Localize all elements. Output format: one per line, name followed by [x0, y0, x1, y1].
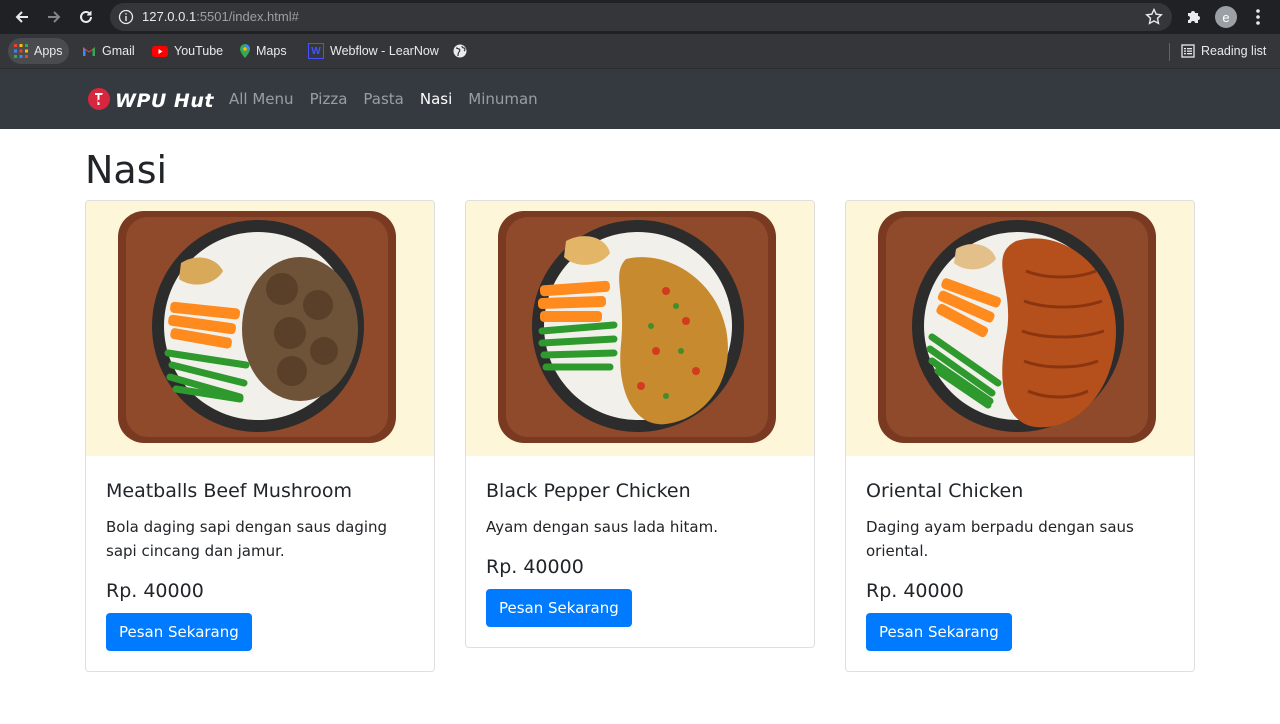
card-price: Rp. 40000 — [106, 580, 204, 602]
food-image-oriental-chicken — [846, 201, 1194, 456]
bookmark-label: Maps — [256, 44, 287, 58]
card-title: Oriental Chicken — [866, 480, 1024, 502]
nav-pizza[interactable]: Pizza — [302, 88, 356, 110]
card-title: Black Pepper Chicken — [486, 480, 691, 502]
card-price: Rp. 40000 — [486, 556, 584, 578]
main-nav: All Menu Pizza Pasta Nasi Minuman — [229, 88, 546, 110]
profile-avatar[interactable]: e — [1215, 6, 1237, 28]
menu-card: Black Pepper Chicken Ayam dengan saus la… — [465, 200, 815, 648]
order-now-button[interactable]: Pesan Sekarang — [486, 589, 632, 627]
order-now-button[interactable]: Pesan Sekarang — [106, 613, 252, 651]
url-path: :5501/index.html# — [196, 9, 299, 24]
food-image-black-pepper-chicken — [466, 201, 814, 456]
webflow-icon: W — [308, 43, 324, 59]
card-body: Black Pepper Chicken Ayam dengan saus la… — [466, 456, 814, 647]
extensions-puzzle-icon[interactable] — [1184, 7, 1204, 27]
bookmarks-bar: Apps Gmail YouTube Maps W Webflow - Lear… — [0, 34, 1280, 69]
bookmark-webflow[interactable]: W Webflow - LearNow — [308, 34, 439, 68]
bookmark-label: Gmail — [102, 44, 135, 58]
brand-logo[interactable]: WPU Hut — [87, 87, 214, 115]
bookmark-gmail[interactable]: Gmail — [82, 34, 135, 68]
card-description: Daging ayam berpadu dengan saus oriental… — [866, 518, 1134, 560]
menu-card: Meatballs Beef Mushroom Bola daging sapi… — [85, 200, 435, 672]
card-description: Ayam dengan saus lada hitam. — [486, 518, 719, 536]
site-info-icon[interactable] — [118, 9, 134, 25]
url-host: 127.0.0.1 — [142, 9, 197, 24]
menu-card: Oriental Chicken Daging ayam berpadu den… — [845, 200, 1195, 672]
nav-all-menu[interactable]: All Menu — [229, 88, 302, 110]
reading-list-icon — [1181, 44, 1195, 58]
gmail-icon — [82, 44, 96, 58]
globe-icon — [453, 44, 467, 58]
order-now-button[interactable]: Pesan Sekarang — [866, 613, 1012, 651]
forward-icon[interactable] — [44, 7, 64, 27]
browser-toolbar: 127.0.0.1:5501/index.html# e — [0, 0, 1280, 34]
url-text[interactable]: 127.0.0.1:5501/index.html# — [142, 9, 299, 24]
bookmark-label: Webflow - LearNow — [330, 44, 439, 58]
food-image-meatballs — [86, 201, 434, 456]
site-navbar: WPU Hut All Menu Pizza Pasta Nasi Minuma… — [0, 69, 1280, 129]
nav-pasta[interactable]: Pasta — [355, 88, 411, 110]
nav-nasi[interactable]: Nasi — [412, 88, 460, 110]
card-body: Oriental Chicken Daging ayam berpadu den… — [846, 456, 1194, 671]
address-bar[interactable]: 127.0.0.1:5501/index.html# — [110, 3, 1172, 31]
bookmark-star-icon[interactable] — [1144, 7, 1164, 27]
bookmark-maps[interactable]: Maps — [240, 34, 287, 68]
nav-minuman[interactable]: Minuman — [460, 88, 545, 110]
pizza-logo-icon — [87, 87, 111, 115]
bookmark-label: Apps — [34, 44, 63, 58]
apps-grid-icon — [14, 44, 28, 58]
card-title: Meatballs Beef Mushroom — [106, 480, 353, 502]
bookmark-youtube[interactable]: YouTube — [152, 34, 223, 68]
page-title: Nasi — [85, 148, 168, 192]
maps-icon — [240, 44, 250, 58]
bookmark-label: YouTube — [174, 44, 224, 58]
card-body: Meatballs Beef Mushroom Bola daging sapi… — [86, 456, 434, 671]
bookmark-apps[interactable]: Apps — [8, 38, 69, 64]
bookmarks-divider — [1169, 43, 1170, 61]
back-icon[interactable] — [12, 7, 32, 27]
reload-icon[interactable] — [76, 7, 96, 27]
bookmark-globe[interactable] — [453, 34, 467, 68]
card-price: Rp. 40000 — [866, 580, 964, 602]
brand-name: WPU Hut — [115, 90, 214, 112]
youtube-icon — [152, 44, 168, 58]
browser-menu-icon[interactable] — [1250, 7, 1266, 27]
reading-list-label: Reading list — [1201, 44, 1267, 58]
reading-list-button[interactable]: Reading list — [1181, 34, 1266, 68]
card-description: Bola daging sapi dengan saus daging sapi… — [106, 518, 388, 560]
